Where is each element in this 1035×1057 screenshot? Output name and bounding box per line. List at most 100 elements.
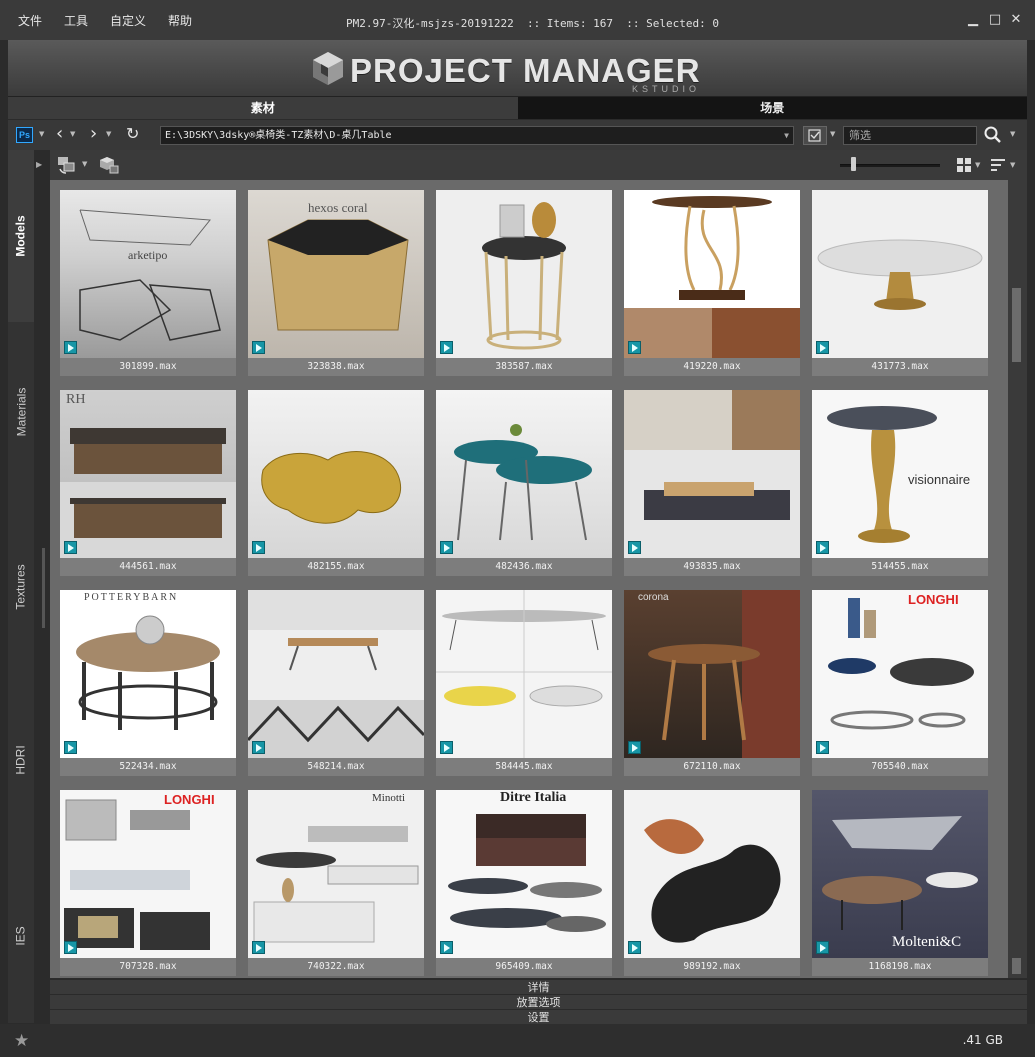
tab-scenes[interactable]: 场景 bbox=[517, 97, 1027, 119]
asset-thumbnail bbox=[624, 390, 800, 558]
refresh-icon[interactable]: ↻ bbox=[126, 124, 139, 144]
asset-tile[interactable]: LONGHI 707328.max bbox=[60, 790, 236, 976]
chevron-down-icon[interactable]: ▼ bbox=[830, 130, 835, 138]
side-tab-ies[interactable]: IES bbox=[8, 848, 34, 1023]
max-file-icon bbox=[440, 341, 453, 354]
forward-icon[interactable]: › bbox=[90, 124, 97, 144]
asset-name: 383587.max bbox=[436, 358, 612, 376]
asset-name: 482436.max bbox=[436, 558, 612, 576]
placement-options-panel-header[interactable]: 放置选项 bbox=[50, 994, 1027, 1009]
filter-input[interactable]: 筛选 bbox=[843, 126, 977, 145]
asset-tile[interactable]: 482436.max bbox=[436, 390, 612, 576]
asset-tile[interactable]: 383587.max bbox=[436, 190, 612, 376]
chevron-down-icon[interactable]: ▼ bbox=[106, 130, 111, 138]
close-icon[interactable]: ✕ bbox=[1008, 12, 1024, 27]
menu-help[interactable]: 帮助 bbox=[168, 12, 192, 29]
filter-list-icon[interactable] bbox=[803, 126, 827, 145]
brand-label: Ditre Italia bbox=[500, 790, 567, 805]
asset-tile[interactable]: Molteni&C 1168198.max bbox=[812, 790, 988, 976]
asset-name: 514455.max bbox=[812, 558, 988, 576]
scrollbar-end-handle[interactable] bbox=[1012, 958, 1021, 974]
max-file-icon bbox=[816, 941, 829, 954]
box-merge-icon[interactable] bbox=[98, 155, 120, 179]
sort-icon[interactable] bbox=[990, 157, 1008, 177]
chevron-down-icon[interactable]: ▼ bbox=[70, 130, 75, 138]
side-tab-models[interactable]: Models bbox=[8, 150, 34, 322]
star-icon[interactable]: ★ bbox=[14, 1031, 29, 1051]
settings-panel-header[interactable]: 设置 bbox=[50, 1009, 1027, 1024]
asset-thumbnail bbox=[248, 390, 424, 558]
brand-label: POTTERYBARN bbox=[84, 592, 179, 603]
asset-tile[interactable]: arketipo 301899.max bbox=[60, 190, 236, 376]
back-icon[interactable]: ‹ bbox=[56, 124, 63, 144]
brand-label: LONGHI bbox=[164, 792, 215, 807]
minimize-icon[interactable]: ▁ bbox=[965, 12, 981, 27]
asset-thumbnail: LONGHI bbox=[60, 790, 236, 958]
asset-name: 482155.max bbox=[248, 558, 424, 576]
max-file-icon bbox=[64, 741, 77, 754]
slider-knob[interactable] bbox=[851, 157, 856, 171]
asset-tile[interactable]: 431773.max bbox=[812, 190, 988, 376]
asset-thumbnail: POTTERYBARN bbox=[60, 590, 236, 758]
asset-tile[interactable]: 493835.max bbox=[624, 390, 800, 576]
app-vendor: KSTUDIO bbox=[632, 84, 701, 94]
asset-tile[interactable]: 548214.max bbox=[248, 590, 424, 776]
chevron-down-icon[interactable]: ▼ bbox=[39, 130, 44, 138]
vertical-scrollbar[interactable] bbox=[1008, 180, 1027, 978]
asset-tile[interactable]: corona 672110.max bbox=[624, 590, 800, 776]
asset-tile[interactable]: 989192.max bbox=[624, 790, 800, 976]
path-input[interactable]: E:\3DSKY\3dsky®桌椅类-TZ素材\D-桌几Table ▼ bbox=[160, 126, 794, 145]
details-panel-header[interactable]: 详情 bbox=[50, 979, 1027, 994]
asset-thumbnail: arketipo bbox=[60, 190, 236, 358]
side-tab-textures[interactable]: Textures bbox=[8, 502, 34, 672]
expand-arrow-icon[interactable]: ▶ bbox=[36, 160, 42, 169]
asset-tile[interactable]: visionnaire 514455.max bbox=[812, 390, 988, 576]
menu-tools[interactable]: 工具 bbox=[64, 12, 88, 29]
sync-icon[interactable] bbox=[56, 155, 78, 179]
chevron-down-icon[interactable]: ▼ bbox=[784, 127, 789, 144]
asset-tile[interactable]: LONGHI 705540.max bbox=[812, 590, 988, 776]
status-bar: ★ .41 GB bbox=[0, 1024, 1035, 1057]
chevron-down-icon[interactable]: ▼ bbox=[1010, 130, 1015, 138]
asset-tile[interactable]: RH 444561.max bbox=[60, 390, 236, 576]
address-bar: Ps ▼ ‹ ▼ › ▼ ↻ E:\3DSKY\3dsky®桌椅类-TZ素材\D… bbox=[8, 120, 1027, 150]
brand-label: visionnaire bbox=[908, 472, 971, 487]
maximize-icon[interactable]: □ bbox=[987, 12, 1003, 27]
window-title: PM2.97-汉化-msjzs-20191222 :: Items: 167 :… bbox=[346, 17, 719, 30]
asset-tile[interactable]: hexos coral 323838.max bbox=[248, 190, 424, 376]
max-file-icon bbox=[440, 741, 453, 754]
asset-tile[interactable]: 419220.max bbox=[624, 190, 800, 376]
grid-toolbar: ▼ ▼ ▼ bbox=[50, 150, 1027, 180]
max-file-icon bbox=[816, 741, 829, 754]
asset-name: 672110.max bbox=[624, 758, 800, 776]
asset-thumbnail: LONGHI bbox=[812, 590, 988, 758]
asset-tile[interactable]: POTTERYBARN 522434.max bbox=[60, 590, 236, 776]
search-icon[interactable] bbox=[983, 125, 1003, 145]
asset-tile[interactable]: 482155.max bbox=[248, 390, 424, 576]
side-tab-materials[interactable]: Materials bbox=[8, 322, 34, 502]
chevron-down-icon[interactable]: ▼ bbox=[975, 161, 980, 169]
max-file-icon bbox=[64, 941, 77, 954]
asset-tile[interactable]: Minotti 740322.max bbox=[248, 790, 424, 976]
menu-file[interactable]: 文件 bbox=[18, 12, 42, 29]
asset-thumbnail bbox=[624, 190, 800, 358]
asset-tile[interactable]: Ditre Italia 965409.max bbox=[436, 790, 612, 976]
photoshop-icon[interactable]: Ps bbox=[16, 127, 33, 143]
asset-tile[interactable]: 584445.max bbox=[436, 590, 612, 776]
scrollbar-thumb[interactable] bbox=[1012, 288, 1021, 362]
side-tab-hdri[interactable]: HDRI bbox=[8, 672, 34, 848]
tab-assets[interactable]: 素材 bbox=[8, 97, 518, 119]
max-file-icon bbox=[816, 541, 829, 554]
grid-view-icon[interactable] bbox=[956, 157, 972, 177]
asset-thumbnail bbox=[812, 190, 988, 358]
asset-thumbnail bbox=[248, 590, 424, 758]
splitter-handle[interactable] bbox=[42, 548, 45, 628]
menu-customize[interactable]: 自定义 bbox=[110, 12, 146, 29]
app-logo: PROJECT MANAGER KSTUDIO bbox=[310, 48, 750, 94]
max-file-icon bbox=[816, 341, 829, 354]
asset-name: 493835.max bbox=[624, 558, 800, 576]
max-file-icon bbox=[440, 941, 453, 954]
chevron-down-icon[interactable]: ▼ bbox=[82, 160, 87, 168]
chevron-down-icon[interactable]: ▼ bbox=[1010, 161, 1015, 169]
brand-label: corona bbox=[638, 592, 669, 603]
